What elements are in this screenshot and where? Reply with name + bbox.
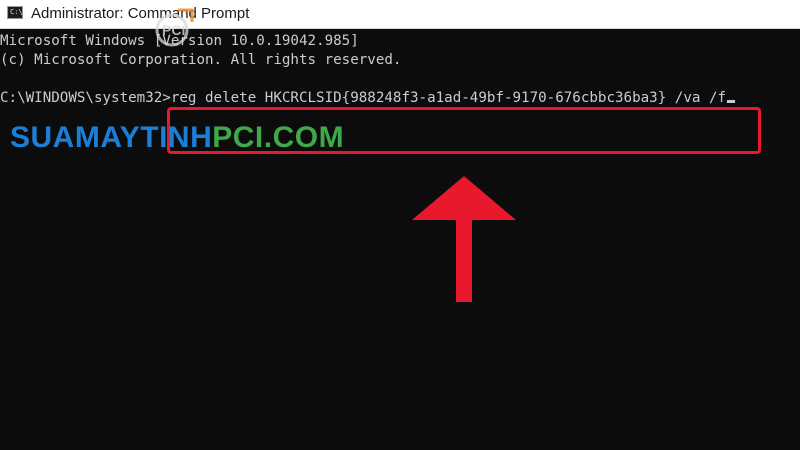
watermark-logo-text: PCI [162, 22, 185, 38]
text-cursor [727, 100, 736, 103]
command-input[interactable]: reg delete HKCRCLSID{988248f3-a1ad-49bf-… [171, 90, 726, 106]
up-arrow-icon [412, 176, 516, 302]
watermark: SUAMAYTINHPCI.COM [10, 121, 344, 155]
command-prompt-icon: C:\. [7, 6, 27, 19]
window-titlebar[interactable]: C:\. Administrator: Command Prompt [0, 0, 800, 29]
watermark-logo-icon: PCI [155, 8, 194, 47]
watermark-text-part1: SUAMAYTINH [10, 121, 213, 154]
console-output[interactable]: Microsoft Windows [Version 10.0.19042.98… [0, 29, 800, 450]
window-title: Administrator: Command Prompt [31, 5, 250, 22]
watermark-text-part2: PCI.COM [212, 121, 345, 154]
command-prompt-path: C:\WINDOWS\system32> [0, 90, 171, 106]
command-line[interactable]: C:\WINDOWS\system32>reg delete HKCRCLSID… [0, 89, 736, 107]
copyright-line: (c) Microsoft Corporation. All rights re… [0, 52, 402, 68]
command-prompt-icon-label: C:\. [10, 8, 27, 16]
